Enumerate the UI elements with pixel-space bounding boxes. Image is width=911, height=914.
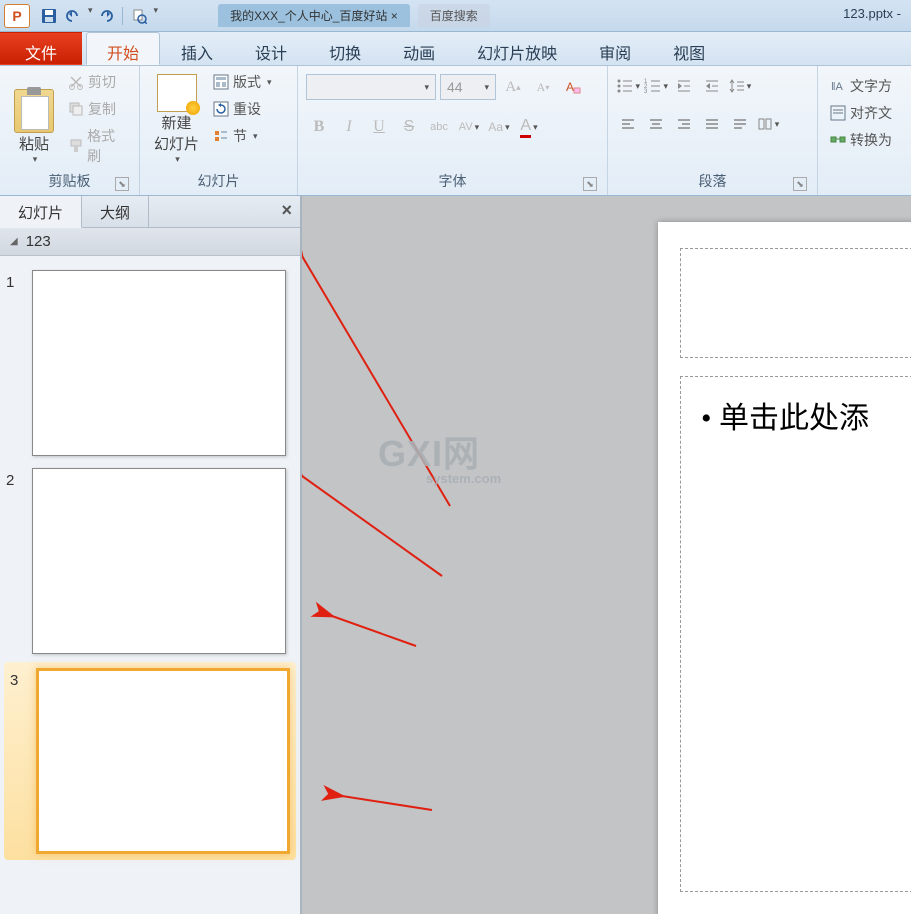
font-color-button: A▾ [516, 114, 542, 140]
tab-review[interactable]: 审阅 [578, 32, 652, 65]
slide-thumbnail[interactable]: 1 [0, 264, 300, 462]
tab-slideshow[interactable]: 幻灯片放映 [456, 32, 578, 65]
panel-tabs: 幻灯片 大纲 × [0, 196, 300, 228]
slide-thumbnail[interactable]: 3 [4, 662, 296, 860]
tab-home[interactable]: 开始 [86, 32, 160, 65]
thumbnail-preview [32, 468, 286, 654]
ribbon: 粘贴 ▾ 剪切 复制 格式刷 剪贴板⬊ 新建 幻灯片 ▾ 版式▾ 重设 节▾ [0, 66, 911, 196]
dialog-launcher-icon[interactable]: ⬊ [793, 177, 807, 191]
browser-tab[interactable]: 我的XXX_个人中心_百度好站 × [218, 4, 410, 27]
tab-outline[interactable]: 大纲 [82, 196, 149, 227]
group-drawing: ‖A文字方 对齐文 转换为 [818, 66, 911, 195]
slide-thumbnail[interactable]: 2 [0, 462, 300, 660]
group-label: 字体⬊ [306, 169, 599, 193]
group-slides: 新建 幻灯片 ▾ 版式▾ 重设 节▾ 幻灯片 [140, 66, 298, 195]
increase-font-icon: A▴ [500, 74, 526, 100]
workspace: 幻灯片 大纲 × ◢ 123 1 2 3 单 [0, 196, 911, 914]
tab-design[interactable]: 设计 [234, 32, 308, 65]
title-placeholder[interactable]: 单 [680, 248, 911, 358]
align-text-button[interactable]: 对齐文 [826, 101, 903, 125]
redo-icon[interactable] [95, 5, 117, 27]
tab-transitions[interactable]: 切换 [308, 32, 382, 65]
cut-button: 剪切 [64, 70, 131, 94]
decrease-indent-icon[interactable] [672, 74, 696, 98]
italic-button: I [336, 114, 362, 140]
copy-button: 复制 [64, 97, 131, 121]
content-placeholder[interactable]: • 单击此处添 [680, 376, 911, 892]
text-direction-button[interactable]: ‖A文字方 [826, 74, 903, 98]
group-font: ▾ 44▾ A▴ A▾ A B I U S abc AV▾ Aa▾ A▾ 字体⬊ [298, 66, 608, 195]
svg-text:A: A [566, 80, 574, 94]
thumbnails-list: 1 2 3 [0, 256, 300, 914]
browser-tab[interactable]: 百度搜索 [418, 4, 490, 27]
window-title: 123.pptx - [843, 6, 901, 21]
quick-access-toolbar: ▾ ▾ [38, 5, 158, 27]
numbering-icon[interactable]: 123▾ [644, 74, 668, 98]
svg-text:‖A: ‖A [831, 81, 844, 93]
layout-button[interactable]: 版式▾ [209, 70, 276, 94]
group-paragraph: ▾ 123▾ ▾ ▾ 段落⬊ [608, 66, 818, 195]
change-case-button: Aa▾ [486, 114, 512, 140]
group-label: 幻灯片 [148, 169, 289, 193]
slide-editor[interactable]: 单 • 单击此处添 [302, 196, 911, 914]
paste-button[interactable]: 粘贴 ▾ [8, 70, 60, 169]
undo-dropdown-icon[interactable]: ▾ [88, 5, 93, 27]
align-left-icon[interactable] [616, 112, 640, 136]
print-preview-icon[interactable] [128, 5, 150, 27]
shadow-button: abc [426, 114, 452, 140]
justify-icon[interactable] [700, 112, 724, 136]
slide-canvas[interactable]: 单 • 单击此处添 [658, 222, 911, 914]
close-icon[interactable]: × [281, 200, 292, 221]
new-slide-button[interactable]: 新建 幻灯片 ▾ [148, 70, 205, 169]
file-tab[interactable]: 文件 [0, 32, 82, 65]
tab-animations[interactable]: 动画 [382, 32, 456, 65]
tab-insert[interactable]: 插入 [160, 32, 234, 65]
browser-tabs: 我的XXX_个人中心_百度好站 × 百度搜索 [218, 4, 490, 27]
collapse-icon[interactable]: ◢ [10, 236, 18, 247]
convert-smartart-button[interactable]: 转换为 [826, 128, 903, 152]
slide-panel: 幻灯片 大纲 × ◢ 123 1 2 3 [0, 196, 302, 914]
ribbon-tabs: 文件 开始 插入 设计 切换 动画 幻灯片放映 审阅 视图 [0, 32, 911, 66]
paste-icon [14, 89, 54, 133]
decrease-font-icon: A▾ [530, 74, 556, 100]
group-label: 剪贴板⬊ [8, 169, 131, 193]
align-center-icon[interactable] [644, 112, 668, 136]
svg-text:3: 3 [644, 89, 648, 95]
distribute-icon[interactable] [728, 112, 752, 136]
group-label: 段落⬊ [616, 169, 809, 193]
bold-button: B [306, 114, 332, 140]
char-spacing-button: AV▾ [456, 114, 482, 140]
font-size-combo[interactable]: 44▾ [440, 74, 496, 100]
strikethrough-button: S [396, 114, 422, 140]
title-bar: P ▾ ▾ 我的XXX_个人中心_百度好站 × 百度搜索 123.pptx - [0, 0, 911, 32]
qat-customize-icon[interactable]: ▾ [154, 5, 159, 27]
tab-slides-thumbs[interactable]: 幻灯片 [0, 196, 82, 228]
group-clipboard: 粘贴 ▾ 剪切 复制 格式刷 剪贴板⬊ [0, 66, 140, 195]
underline-button: U [366, 114, 392, 140]
thumbnail-preview [32, 270, 286, 456]
clear-formatting-icon[interactable]: A [560, 74, 586, 100]
font-name-combo[interactable]: ▾ [306, 74, 436, 100]
dialog-launcher-icon[interactable]: ⬊ [583, 177, 597, 191]
new-slide-icon [157, 74, 197, 112]
columns-icon[interactable]: ▾ [756, 112, 780, 136]
section-header[interactable]: ◢ 123 [0, 228, 300, 256]
format-painter-button: 格式刷 [64, 124, 131, 168]
align-right-icon[interactable] [672, 112, 696, 136]
dialog-launcher-icon[interactable]: ⬊ [115, 177, 129, 191]
increase-indent-icon[interactable] [700, 74, 724, 98]
bullets-icon[interactable]: ▾ [616, 74, 640, 98]
thumbnail-preview [36, 668, 290, 854]
section-button[interactable]: 节▾ [209, 124, 276, 148]
app-icon: P [4, 4, 30, 28]
save-icon[interactable] [38, 5, 60, 27]
tab-view[interactable]: 视图 [652, 32, 726, 65]
reset-button[interactable]: 重设 [209, 97, 276, 121]
line-spacing-icon[interactable]: ▾ [728, 74, 752, 98]
undo-icon[interactable] [62, 5, 84, 27]
